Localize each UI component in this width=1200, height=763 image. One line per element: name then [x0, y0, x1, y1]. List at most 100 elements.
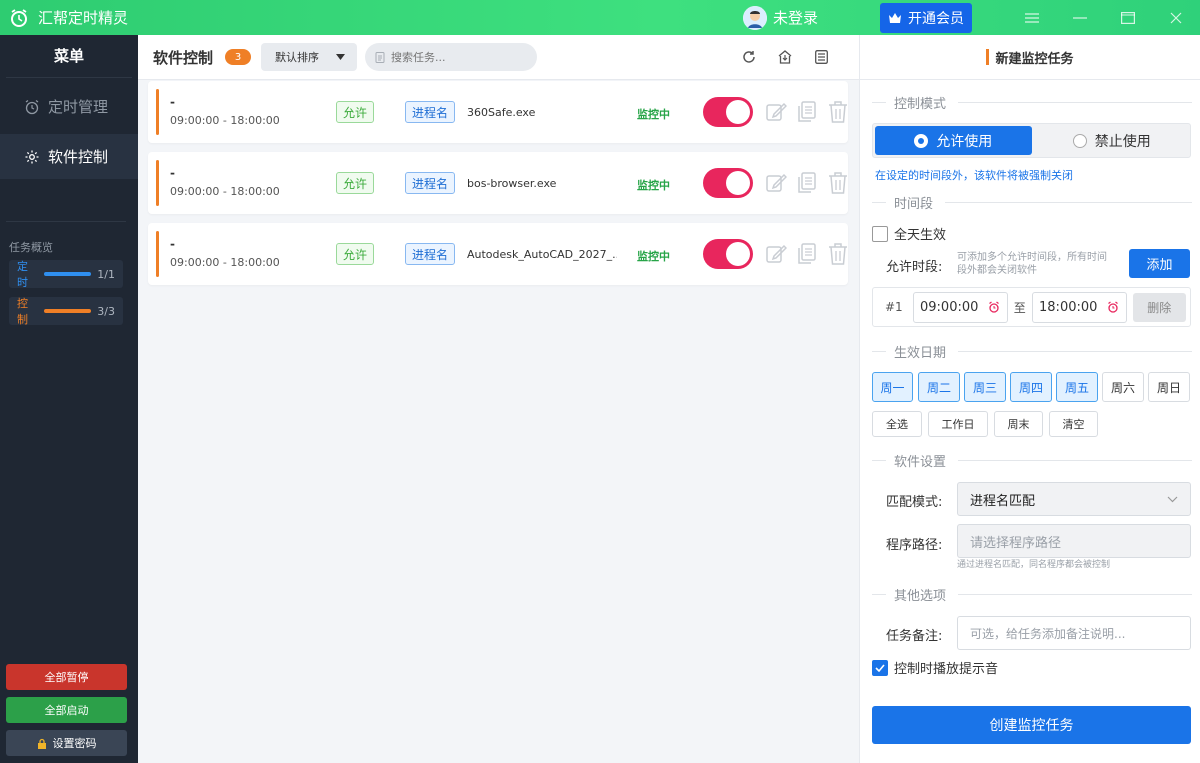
- checkbox-icon: [872, 225, 888, 242]
- mode-tag: 允许: [336, 243, 374, 265]
- sound-checkbox[interactable]: 控制时播放提示音: [872, 658, 998, 677]
- day-mon[interactable]: 周一: [872, 372, 913, 402]
- alarm-icon: [989, 301, 1000, 313]
- overview-label: 任务概览: [9, 241, 53, 254]
- select-all-button[interactable]: 全选: [872, 411, 922, 437]
- mode-tag: 允许: [336, 101, 374, 123]
- copy-icon[interactable]: [797, 172, 817, 194]
- task-time: 09:00:00 - 18:00:00: [170, 185, 280, 198]
- search-input[interactable]: [391, 50, 532, 64]
- radio-selected-icon: [914, 133, 929, 148]
- end-time-input[interactable]: 18:00:00: [1031, 291, 1127, 323]
- day-thu[interactable]: 周四: [1010, 372, 1052, 402]
- task-accent: [156, 160, 159, 206]
- overview-control: 控制 3/3: [9, 297, 123, 326]
- task-toggle[interactable]: [703, 168, 753, 198]
- delete-period-button[interactable]: 删除: [1132, 292, 1186, 322]
- menu-title: 菜单: [6, 35, 132, 78]
- day-tue[interactable]: 周二: [918, 372, 960, 402]
- vip-button-label: 开通会员: [908, 10, 964, 27]
- match-tag: 进程名: [405, 243, 455, 265]
- task-name: -: [170, 95, 175, 109]
- overview-timer: 定时 1/1: [9, 260, 123, 289]
- task-exe: Autodesk_AutoCAD_2027_...: [467, 248, 617, 261]
- day-fri[interactable]: 周五: [1056, 372, 1098, 402]
- lock-icon: [37, 738, 46, 749]
- edit-icon[interactable]: [765, 243, 787, 265]
- period-slot: #1 09:00:00 至 18:00:00 删除: [872, 287, 1191, 327]
- task-status: 监控中: [637, 179, 670, 192]
- mode-hint: 在设定的时间段外，该软件将被强制关闭: [875, 169, 1073, 182]
- user-login[interactable]: 未登录: [742, 5, 818, 30]
- create-task-button[interactable]: 创建监控任务: [872, 706, 1191, 744]
- section-control-mode: 控制模式: [872, 93, 1192, 112]
- menu-icon[interactable]: [1008, 0, 1056, 35]
- page-title: 软件控制: [153, 48, 214, 67]
- weekend-button[interactable]: 周末: [994, 411, 1043, 437]
- delete-icon[interactable]: [828, 101, 848, 123]
- all-day-label: 全天生效: [894, 228, 947, 243]
- edit-icon[interactable]: [765, 101, 787, 123]
- sidebar-item-timer[interactable]: 定时管理: [0, 84, 138, 129]
- match-mode-label: 匹配模式:: [886, 495, 943, 510]
- list-icon[interactable]: [803, 50, 839, 64]
- task-toggle[interactable]: [703, 97, 753, 127]
- day-sat[interactable]: 周六: [1102, 372, 1144, 402]
- section-other: 其他选项: [872, 585, 1192, 604]
- new-task-form: 新建监控任务 控制模式 允许使用 禁止使用 在设定的时间段外，该软件将被强制关闭…: [859, 35, 1200, 763]
- section-label: 生效日期: [894, 346, 947, 361]
- section-date: 生效日期: [872, 342, 1192, 361]
- note-input[interactable]: 可选，给任务添加备注说明...: [957, 616, 1191, 650]
- sort-dropdown[interactable]: 默认排序: [261, 43, 358, 71]
- copy-icon[interactable]: [797, 243, 817, 265]
- clear-button[interactable]: 清空: [1049, 411, 1098, 437]
- start-all-button[interactable]: 全部启动: [6, 697, 127, 723]
- day-sun[interactable]: 周日: [1148, 372, 1190, 402]
- day-wed[interactable]: 周三: [964, 372, 1006, 402]
- close-icon[interactable]: [1152, 0, 1200, 35]
- workdays-button[interactable]: 工作日: [928, 411, 988, 437]
- vip-button[interactable]: 开通会员: [880, 2, 972, 33]
- path-input[interactable]: 请选择程序路径: [957, 524, 1191, 558]
- section-software: 软件设置: [872, 451, 1192, 470]
- search-box[interactable]: [365, 43, 538, 71]
- all-day-checkbox[interactable]: 全天生效: [872, 224, 946, 243]
- task-accent: [156, 231, 159, 277]
- delete-icon[interactable]: [828, 243, 848, 265]
- maximize-icon[interactable]: [1104, 0, 1152, 35]
- app-title: 汇帮定时精灵: [38, 9, 129, 27]
- task-status: 监控中: [637, 250, 670, 263]
- allowed-period-label: 允许时段:: [886, 260, 943, 275]
- import-icon[interactable]: [767, 50, 803, 64]
- section-label: 时间段: [894, 197, 934, 212]
- pause-all-button[interactable]: 全部暂停: [6, 664, 127, 690]
- task-row[interactable]: - 09:00:00 - 18:00:00 允许 进程名 360Safe.exe…: [148, 81, 848, 143]
- caret-down-icon: [336, 54, 346, 60]
- deny-option[interactable]: 禁止使用: [1034, 124, 1191, 157]
- allow-option[interactable]: 允许使用: [875, 126, 1032, 155]
- set-password-label: 设置密码: [52, 737, 97, 750]
- task-row[interactable]: - 09:00:00 - 18:00:00 允许 进程名 Autodesk_Au…: [148, 223, 848, 285]
- start-time-input[interactable]: 09:00:00: [912, 291, 1008, 323]
- task-name: -: [170, 166, 175, 180]
- refresh-icon[interactable]: [731, 50, 767, 64]
- task-toggle[interactable]: [703, 239, 753, 269]
- match-mode-select[interactable]: 进程名匹配: [957, 482, 1191, 516]
- sidebar-item-label: 软件控制: [48, 148, 109, 166]
- section-label: 软件设置: [894, 455, 947, 470]
- copy-icon[interactable]: [797, 101, 817, 123]
- overview-control-bar: [44, 309, 92, 313]
- delete-icon[interactable]: [828, 172, 848, 194]
- set-password-button[interactable]: 设置密码: [6, 730, 127, 756]
- sidebar-item-software-control[interactable]: 软件控制: [0, 134, 138, 179]
- add-period-button[interactable]: 添加: [1129, 249, 1190, 278]
- task-name: -: [170, 237, 175, 251]
- slot-index: #1: [885, 300, 903, 314]
- minimize-icon[interactable]: [1056, 0, 1104, 35]
- sound-label: 控制时播放提示音: [894, 662, 999, 677]
- edit-icon[interactable]: [765, 172, 787, 194]
- task-status: 监控中: [637, 108, 670, 121]
- task-list-header: 软件控制 3 默认排序: [138, 35, 859, 80]
- task-row[interactable]: - 09:00:00 - 18:00:00 允许 进程名 bos-browser…: [148, 152, 848, 214]
- sort-value: 默认排序: [275, 51, 320, 64]
